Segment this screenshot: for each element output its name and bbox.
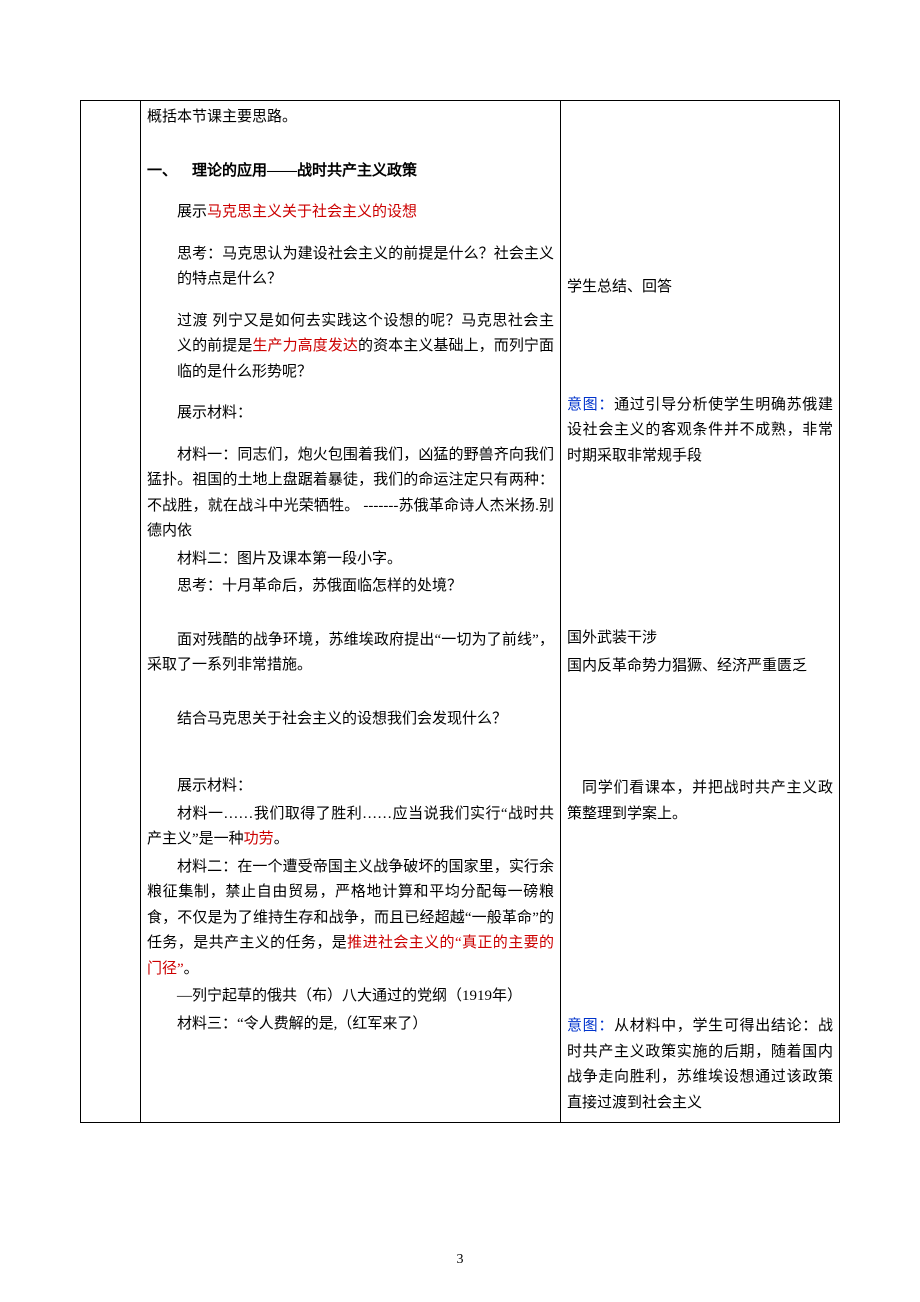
show-prefix: 展示 xyxy=(177,204,207,220)
material-2: 材料二：图片及课本第一段小字。 xyxy=(147,547,554,573)
intro-line: 概括本节课主要思路。 xyxy=(147,105,554,131)
show-material-label-1: 展示材料： xyxy=(147,401,554,427)
mat4-b: 。 xyxy=(184,961,199,977)
think-line-1: 思考：马克思认为建设社会主义的前提是什么？社会主义的特点是什么？ xyxy=(147,242,554,293)
frontline-line: 面对残酷的战争环境，苏维埃政府提出“一切为了前线”，采取了一系列非常措施。 xyxy=(147,628,554,679)
section-1-title: 一、 理论的应用——战时共产主义政策 xyxy=(147,159,554,185)
answer-foreign: 国外武装干涉 xyxy=(567,626,833,652)
show-marx-line: 展示马克思主义关于社会主义的设想 xyxy=(147,200,554,226)
intent-1: 意图：通过引导分析使学生明确苏俄建设社会主义的客观条件并不成熟，非常时期采取非常… xyxy=(567,393,833,470)
student-read-book: 同学们看课本，并把战时共产主义政策整理到学案上。 xyxy=(567,776,833,827)
answer-domestic: 国内反革命势力猖獗、经济严重匮乏 xyxy=(567,654,833,680)
material-5: 材料三：“令人费解的是,（红军来了） xyxy=(147,1012,554,1038)
material-4-source: —列宁起草的俄共（布）八大通过的党纲（1919年） xyxy=(147,984,554,1010)
section-title-text: 理论的应用——战时共产主义政策 xyxy=(192,163,417,179)
show-material-label-2: 展示材料： xyxy=(147,774,554,800)
page-container: 概括本节课主要思路。 一、 理论的应用——战时共产主义政策 展示马克思主义关于社… xyxy=(0,0,920,1302)
col-empty xyxy=(81,101,141,1123)
intent-1-label: 意图： xyxy=(567,397,614,413)
intent-2-label: 意图： xyxy=(567,1018,614,1034)
col-teacher: 概括本节课主要思路。 一、 理论的应用——战时共产主义政策 展示马克思主义关于社… xyxy=(141,101,561,1123)
combine-marx-line: 结合马克思关于社会主义的设想我们会发现什么？ xyxy=(147,707,554,733)
page-number: 3 xyxy=(0,1248,920,1272)
intent-2: 意图：从材料中，学生可得出结论：战时共产主义政策实施的后期，随着国内战争走向胜利… xyxy=(567,1014,833,1116)
material-3: 材料一……我们取得了胜利……应当说我们实行“战时共产主义”是一种功劳。 xyxy=(147,802,554,853)
material-1: 材料一：同志们，炮火包围着我们，凶猛的野兽齐向我们猛扑。祖国的土地上盘踞着暴徒，… xyxy=(147,443,554,545)
transition-line: 过渡 列宁又是如何去实践这个设想的呢？马克思社会主义的前提是生产力高度发达的资本… xyxy=(147,309,554,386)
col-student: 学生总结、回答 意图：通过引导分析使学生明确苏俄建设社会主义的客观条件并不成熟，… xyxy=(561,101,840,1123)
think-question-1: 思考：十月革命后，苏俄面临怎样的处境？ xyxy=(147,574,554,600)
mat3-b: 。 xyxy=(274,831,289,847)
marx-socialism-idea: 马克思主义关于社会主义的设想 xyxy=(207,204,417,220)
mat3-red: 功劳 xyxy=(244,831,274,847)
productivity-red: 生产力高度发达 xyxy=(252,338,358,354)
student-summary: 学生总结、回答 xyxy=(567,275,833,301)
lesson-table: 概括本节课主要思路。 一、 理论的应用——战时共产主义政策 展示马克思主义关于社… xyxy=(80,100,840,1123)
material-4: 材料二：在一个遭受帝国主义战争破坏的国家里，实行余粮征集制，禁止自由贸易，严格地… xyxy=(147,855,554,983)
mat3-a: 材料一……我们取得了胜利……应当说我们实行“战时共产主义”是一种 xyxy=(147,806,554,848)
section-number: 一、 xyxy=(147,163,177,179)
